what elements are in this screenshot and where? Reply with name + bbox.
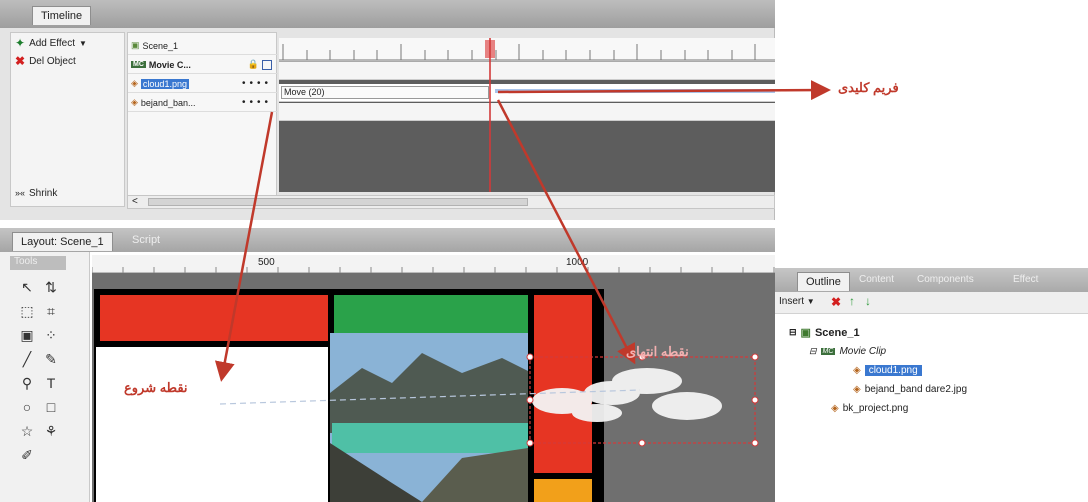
keyframe-annotation: فریم کلیدی xyxy=(838,80,899,95)
end-point-annotation: نقطه انتهای xyxy=(626,344,689,359)
end-point-arrow xyxy=(496,99,636,365)
start-point-annotation: نقطه شروع xyxy=(124,380,188,395)
annotation-arrows xyxy=(214,80,831,382)
start-point-arrow xyxy=(214,111,274,382)
keyframe-arrow xyxy=(497,80,831,101)
